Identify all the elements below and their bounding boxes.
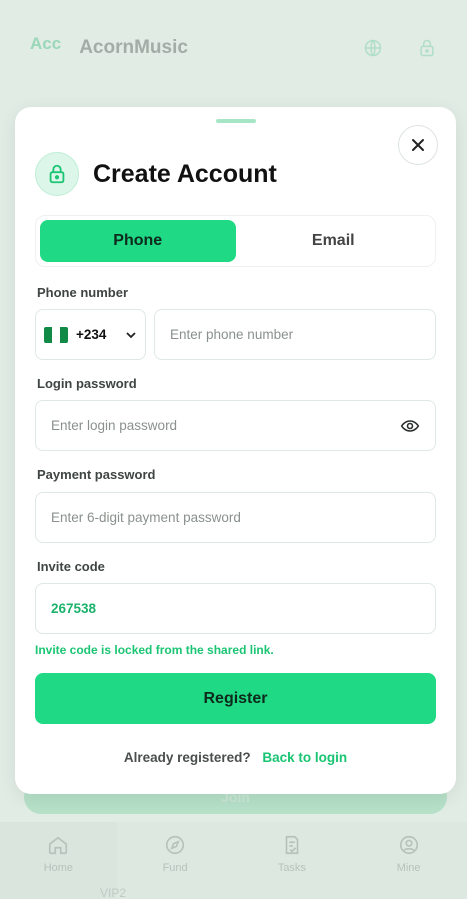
drag-handle[interactable] <box>216 119 256 123</box>
login-password-label: Login password <box>37 376 137 391</box>
invite-code-hint: Invite code is locked from the shared li… <box>35 643 274 657</box>
close-icon <box>412 139 424 151</box>
create-account-modal: Create Account Phone Email Phone number … <box>15 107 456 794</box>
invite-code-label: Invite code <box>37 559 105 574</box>
signup-method-tabs: Phone Email <box>35 215 436 267</box>
country-code-value: +234 <box>76 327 107 342</box>
title-badge <box>35 152 79 196</box>
already-registered-text: Already registered? <box>123 750 251 765</box>
lock-icon <box>49 164 65 184</box>
eye-icon[interactable] <box>400 416 420 436</box>
page-title: Create Account <box>93 159 277 188</box>
modal-header: Create Account <box>35 152 277 196</box>
tab-email[interactable]: Email <box>236 220 432 262</box>
invite-code-input: 267538 <box>35 583 436 634</box>
login-password-placeholder: Enter login password <box>51 418 178 433</box>
register-button[interactable]: Register <box>35 673 436 724</box>
phone-number-label: Phone number <box>37 285 129 300</box>
payment-password-label: Payment password <box>37 467 156 482</box>
close-button[interactable] <box>398 125 438 165</box>
login-password-input[interactable]: Enter login password <box>35 400 436 451</box>
tab-phone[interactable]: Phone <box>40 220 236 262</box>
country-code-select[interactable]: +234 <box>35 309 146 360</box>
chevron-down-icon <box>126 331 136 338</box>
nigeria-flag-icon <box>44 326 68 343</box>
payment-password-input[interactable]: Enter 6-digit payment password <box>35 492 436 543</box>
phone-input[interactable]: Enter phone number <box>154 309 436 360</box>
login-prompt: Already registered? Back to login <box>15 750 456 765</box>
back-to-login-link[interactable]: Back to login <box>262 750 347 765</box>
